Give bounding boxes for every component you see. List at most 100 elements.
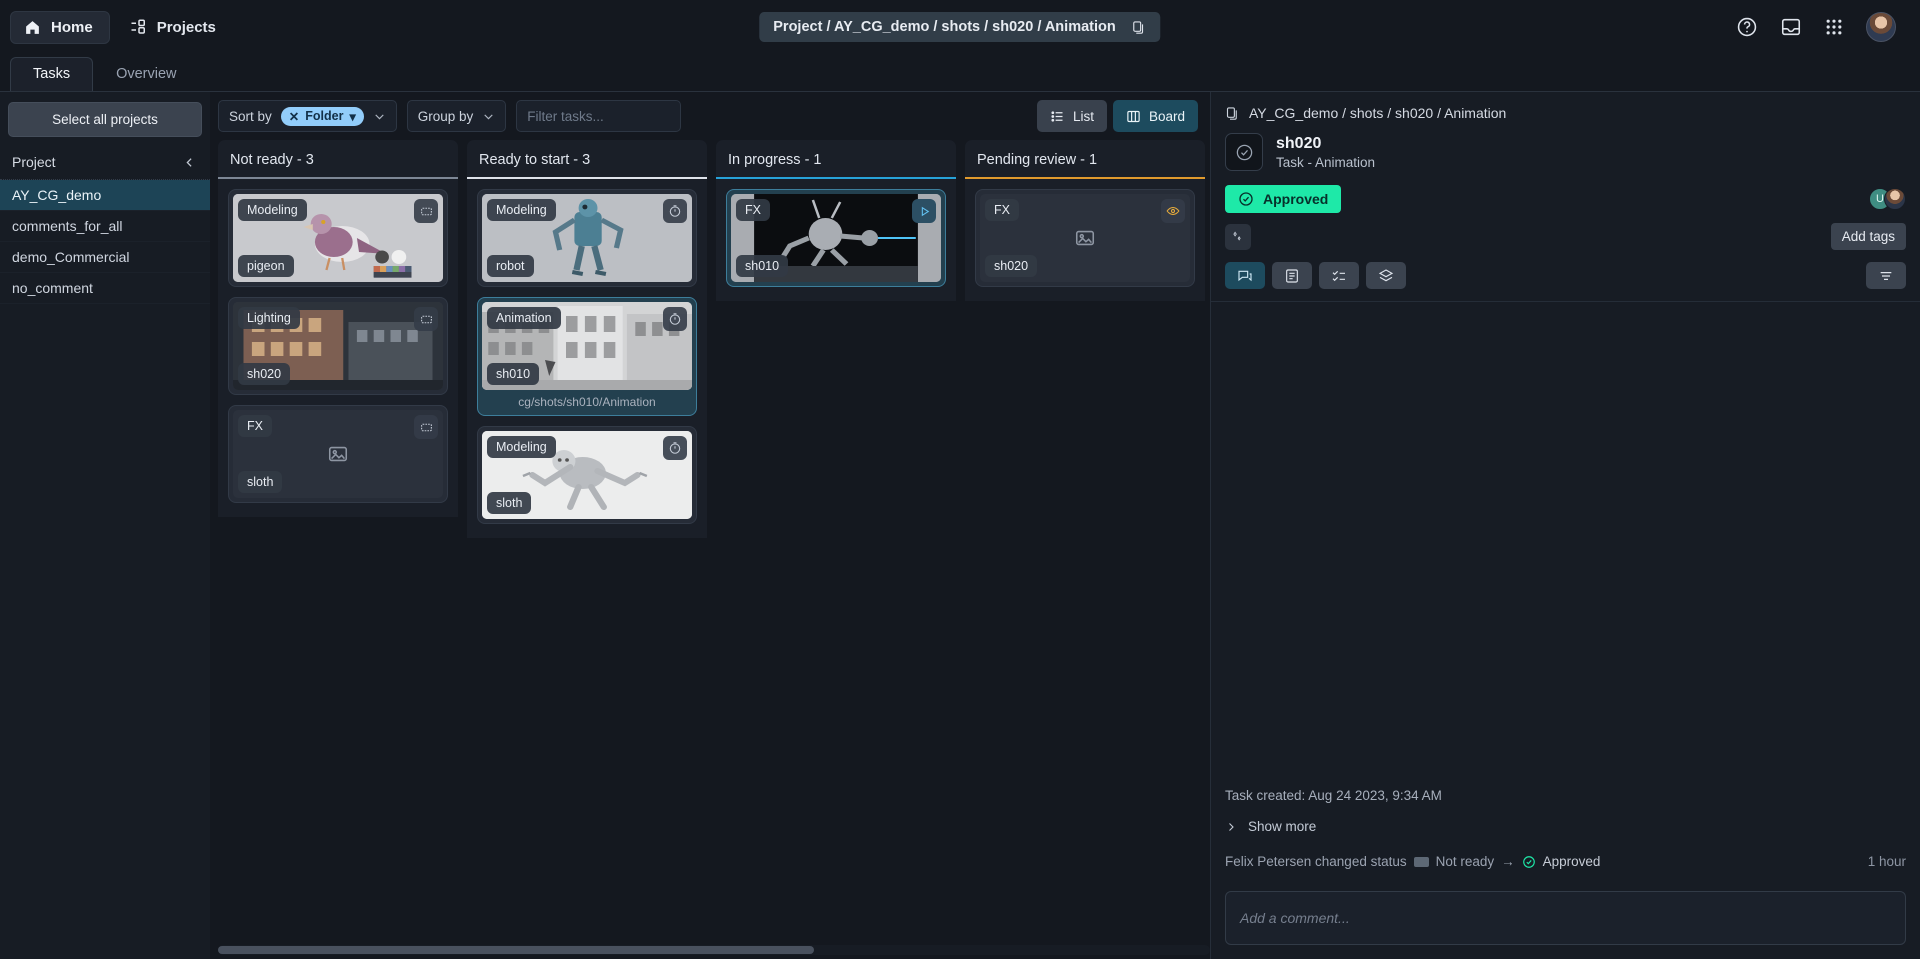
comment-input[interactable]: Add a comment... [1225, 891, 1906, 945]
select-all-projects-button[interactable]: Select all projects [8, 102, 202, 137]
sort-by-label: Sort by [229, 109, 272, 124]
filter-tasks-input[interactable]: Filter tasks... [516, 100, 681, 132]
apps-grid-icon[interactable] [1824, 17, 1844, 37]
avatar[interactable] [1884, 188, 1906, 210]
user-avatar[interactable] [1866, 12, 1896, 42]
show-more-label: Show more [1248, 819, 1316, 834]
project-sidebar: Select all projects Project AY_CG_demo c… [0, 92, 210, 959]
add-tags-button[interactable]: Add tags [1831, 223, 1906, 250]
task-card[interactable]: Animation sh010 cg/shots/sh010/Animation [477, 297, 697, 416]
activity-arrow: → [1501, 854, 1515, 869]
task-card[interactable]: Lighting sh020 [228, 297, 448, 395]
board-view-label: Board [1149, 109, 1185, 124]
sort-by-control[interactable]: Sort by ✕ Folder ▾ [218, 100, 397, 132]
card-thumbnail: Animation sh010 [482, 302, 692, 390]
detail-breadcrumb-text: AY_CG_demo / shots / sh020 / Animation [1249, 105, 1506, 121]
kanban-columns: Not ready - 3 [210, 140, 1210, 945]
group-chevron-down-icon[interactable] [482, 110, 495, 123]
sidebar-item-no-comment[interactable]: no_comment [0, 273, 210, 304]
sidebar-header: Project [0, 145, 210, 180]
detail-task-subtitle: Task - Animation [1276, 155, 1375, 170]
task-card[interactable]: FX sh020 [975, 189, 1195, 287]
detail-title-row: sh020 Task - Animation [1211, 133, 1920, 171]
sidebar-header-label: Project [12, 154, 56, 170]
status-badge[interactable]: Approved [1225, 185, 1341, 213]
home-label: Home [51, 19, 93, 36]
kanban-column-not-ready: Not ready - 3 [218, 140, 458, 517]
top-bar-actions [1736, 12, 1910, 42]
tab-notes[interactable] [1272, 262, 1312, 289]
show-more-button[interactable]: Show more [1225, 809, 1906, 846]
detail-thumbnail[interactable] [1225, 133, 1263, 171]
card-type-tag: Modeling [487, 436, 556, 458]
card-name-tag: sloth [487, 492, 531, 514]
chevron-right-icon [1225, 821, 1237, 833]
copy-icon[interactable] [1132, 20, 1147, 35]
projects-label: Projects [157, 19, 216, 36]
tab-comments[interactable] [1225, 262, 1265, 289]
chip-caret-icon: ▾ [349, 109, 355, 124]
play-icon[interactable] [912, 199, 936, 223]
status-icon[interactable] [414, 415, 438, 439]
status-icon[interactable] [414, 307, 438, 331]
task-detail-panel: AY_CG_demo / shots / sh020 / Animation s… [1210, 92, 1920, 959]
card-thumbnail: Modeling pigeon [233, 194, 443, 282]
activity-feed-items: Task created: Aug 24 2023, 9:34 AM Show … [1225, 782, 1906, 873]
kanban-column-pending-review: Pending review - 1 FX sh020 [965, 140, 1205, 301]
projects-button[interactable]: Projects [116, 11, 230, 43]
sidebar-item-comments-for-all[interactable]: comments_for_all [0, 211, 210, 242]
kanban-column-ready-to-start: Ready to start - 3 [467, 140, 707, 538]
filter-placeholder: Filter tasks... [527, 109, 604, 124]
projects-icon [130, 18, 148, 36]
tab-tasks[interactable]: Tasks [10, 57, 93, 91]
card-name-tag: pigeon [238, 255, 294, 277]
sidebar-item-ay-cg-demo[interactable]: AY_CG_demo [0, 180, 210, 211]
home-button[interactable]: Home [10, 11, 110, 44]
detail-panel-tabs [1211, 250, 1920, 289]
filter-icon[interactable] [1866, 262, 1906, 289]
home-icon [24, 19, 41, 36]
assignee-list[interactable]: U [1869, 188, 1906, 210]
comment-area: Add a comment... [1211, 881, 1920, 959]
status-icon[interactable] [414, 199, 438, 223]
card-type-tag: Modeling [238, 199, 307, 221]
board-view-button[interactable]: Board [1113, 100, 1198, 132]
task-card[interactable]: Modeling pigeon [228, 189, 448, 287]
task-card[interactable]: FX sh010 [726, 189, 946, 287]
copy-icon[interactable] [1225, 106, 1240, 121]
tags-icon[interactable] [1225, 224, 1251, 250]
check-circle-icon [1238, 191, 1254, 207]
timer-icon[interactable] [663, 199, 687, 223]
tab-overview[interactable]: Overview [93, 57, 199, 91]
group-by-control[interactable]: Group by [407, 100, 507, 132]
card-thumbnail: Modeling robot [482, 194, 692, 282]
status-swatch-from-icon [1414, 857, 1429, 867]
sort-chevron-down-icon[interactable] [373, 110, 386, 123]
inbox-icon[interactable] [1780, 16, 1802, 38]
eye-icon[interactable] [1161, 199, 1185, 223]
scrollbar-thumb[interactable] [218, 946, 814, 954]
activity-to-status: Approved [1543, 854, 1601, 869]
sidebar-item-demo-commercial[interactable]: demo_Commercial [0, 242, 210, 273]
tab-checklist[interactable] [1319, 262, 1359, 289]
main-area: Select all projects Project AY_CG_demo c… [0, 92, 1920, 959]
chevron-left-icon[interactable] [183, 156, 196, 169]
sort-chip-folder[interactable]: ✕ Folder ▾ [281, 107, 364, 126]
task-card[interactable]: Modeling robot [477, 189, 697, 287]
detail-breadcrumb[interactable]: AY_CG_demo / shots / sh020 / Animation [1211, 92, 1920, 133]
card-thumbnail: FX sh020 [980, 194, 1190, 282]
card-name-tag: sh010 [487, 363, 539, 385]
board-horizontal-scrollbar[interactable] [218, 945, 1210, 955]
task-card[interactable]: FX sloth [228, 405, 448, 503]
list-view-button[interactable]: List [1037, 100, 1107, 132]
card-type-tag: FX [985, 199, 1019, 221]
tab-layers[interactable] [1366, 262, 1406, 289]
sort-chip-label: Folder [305, 109, 343, 123]
chip-remove-icon[interactable]: ✕ [289, 109, 299, 124]
help-icon[interactable] [1736, 16, 1758, 38]
breadcrumb[interactable]: Project / AY_CG_demo / shots / sh020 / A… [759, 12, 1160, 42]
timer-icon[interactable] [663, 436, 687, 460]
task-card[interactable]: Modeling sloth [477, 426, 697, 524]
activity-from-status: Not ready [1436, 854, 1495, 869]
timer-icon[interactable] [663, 307, 687, 331]
